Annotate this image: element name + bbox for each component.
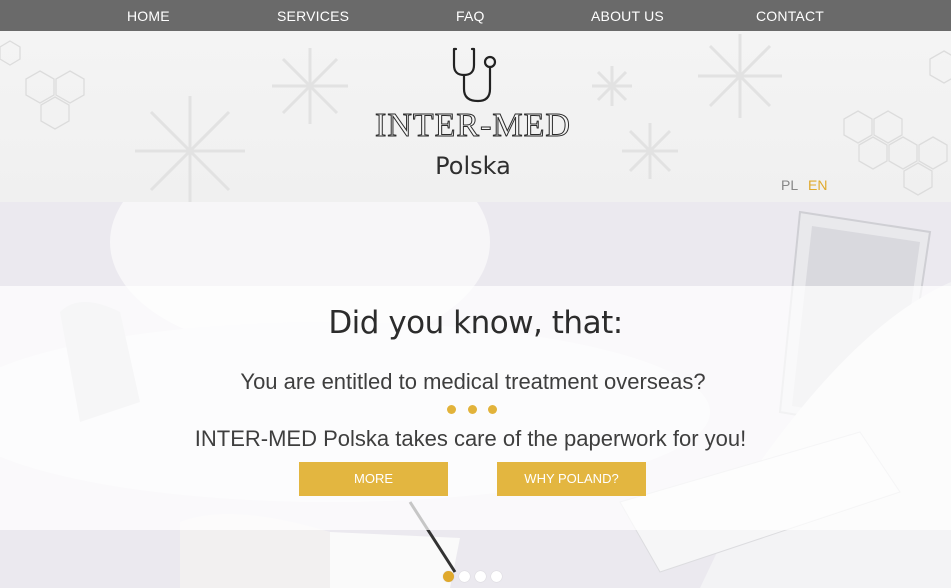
slide-dot-4[interactable] bbox=[491, 571, 502, 582]
hero-statement: INTER-MED Polska takes care of the paper… bbox=[194, 426, 747, 451]
language-en[interactable]: EN bbox=[808, 177, 827, 193]
logo-subtitle: Polska bbox=[435, 152, 511, 180]
nav-home[interactable]: HOME bbox=[127, 0, 170, 31]
hero-heading: Did you know, that: bbox=[328, 305, 623, 341]
site-header: INTER-MED Polska PL EN bbox=[0, 31, 951, 202]
logo-title[interactable]: INTER-MED bbox=[366, 106, 580, 146]
slider-pagination bbox=[443, 571, 513, 583]
more-button[interactable]: MORE bbox=[299, 462, 448, 496]
slide-dot-1[interactable] bbox=[443, 571, 454, 582]
language-pl[interactable]: PL bbox=[781, 177, 798, 193]
hero-question: You are entitled to medical treatment ov… bbox=[240, 369, 706, 394]
nav-contact[interactable]: CONTACT bbox=[756, 0, 824, 31]
hero-slider: Did you know, that: You are entitled to … bbox=[0, 202, 951, 588]
top-navigation: HOME SERVICES FAQ ABOUT US CONTACT bbox=[0, 0, 951, 31]
stethoscope-icon bbox=[452, 47, 497, 103]
nav-services[interactable]: SERVICES bbox=[277, 0, 349, 31]
nav-faq[interactable]: FAQ bbox=[456, 0, 485, 31]
why-poland-button[interactable]: WHY POLAND? bbox=[497, 462, 646, 496]
hero-separator-dots bbox=[447, 405, 507, 415]
slide-dot-2[interactable] bbox=[459, 571, 470, 582]
slide-dot-3[interactable] bbox=[475, 571, 486, 582]
nav-about-us[interactable]: ABOUT US bbox=[591, 0, 664, 31]
